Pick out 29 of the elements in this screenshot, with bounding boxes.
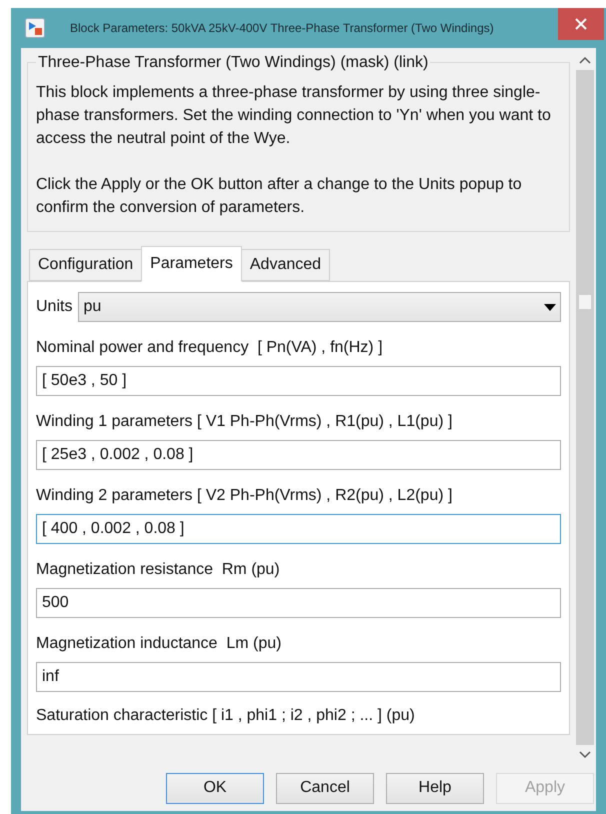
dialog-button[interactable]: Help: [386, 772, 484, 804]
units-label: Units: [36, 297, 72, 317]
tab[interactable]: Advanced: [240, 249, 330, 281]
parameter-field[interactable]: 500: [36, 588, 561, 618]
units-dropdown[interactable]: pu: [78, 292, 561, 322]
close-icon: [575, 18, 587, 30]
parameter-label: Nominal power and frequency [ Pn(VA) , fn(Hz) ]: [36, 338, 384, 358]
parameter-field[interactable]: inf: [36, 662, 561, 692]
block-app-icon: [25, 18, 45, 38]
description-text: Click the Apply or the OK button after a change to the Units popup to confirm the conversion of parameters.: [36, 175, 523, 218]
close-button[interactable]: [558, 8, 604, 40]
parameter-field[interactable]: [ 50e3 , 50 ]: [36, 366, 561, 396]
description-text: This block implements a three-phase transformer by using three single-phase transformers. Set the winding connection to 'Yn' when you want to access the neutral point of the Wye.: [36, 83, 552, 149]
parameter-label: Magnetization inductance Lm (pu): [36, 634, 282, 654]
parameter-field[interactable]: [ 25e3 , 0.002 , 0.08 ]: [36, 440, 561, 470]
parameter-label: Saturation characteristic [ i1 , phi1 ; i2 , phi2 ; ... ] (pu): [36, 706, 416, 726]
parameter-label: Winding 2 parameters [ V2 Ph-Ph(Vrms) , R2(pu) , L2(pu) ]: [36, 486, 454, 506]
dropdown-caret-icon: [544, 304, 556, 310]
window-title: Block Parameters: 50kVA 25kV-400V Three-Phase Transformer (Two Windings): [70, 20, 494, 37]
scroll-up-icon[interactable]: [579, 56, 591, 64]
dialog-button[interactable]: Cancel: [276, 772, 374, 804]
dialog-button[interactable]: OK: [166, 772, 264, 804]
parameter-label: Magnetization resistance Rm (pu): [36, 560, 281, 580]
tab[interactable]: Configuration: [29, 249, 142, 281]
tab[interactable]: Parameters: [141, 246, 242, 282]
parameter-field[interactable]: [ 400 , 0.002 , 0.08 ]: [36, 514, 561, 544]
scroll-down-icon[interactable]: [579, 751, 591, 759]
scrollbar-thumb[interactable]: [576, 70, 594, 745]
parameter-label: Winding 1 parameters [ V1 Ph-Ph(Vrms) , R1(pu) , L1(pu) ]: [36, 412, 454, 432]
